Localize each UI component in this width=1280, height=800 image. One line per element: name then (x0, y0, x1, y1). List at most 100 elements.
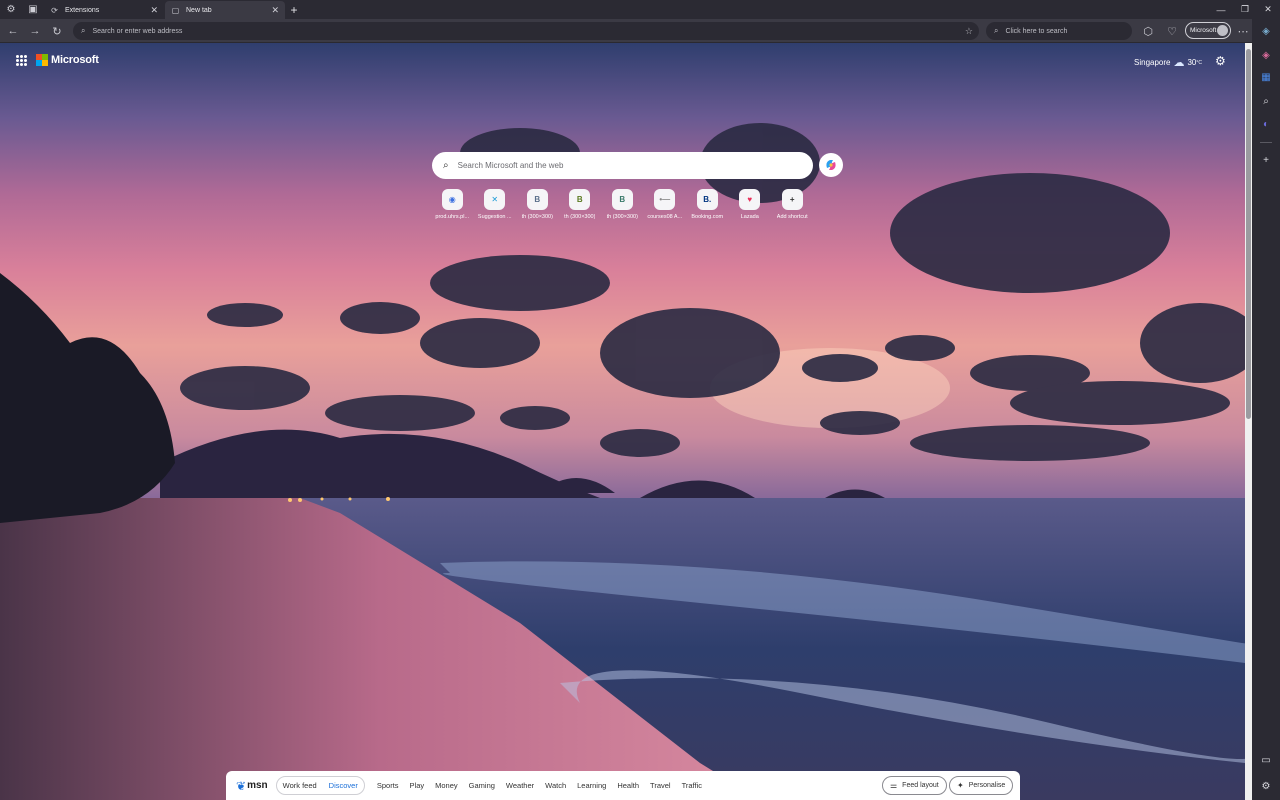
web-search-placeholder: Search Microsoft and the web (457, 161, 564, 170)
shortcut-tile[interactable]: + Add shortcut (771, 189, 814, 220)
personalise-label: Personalise (968, 782, 1006, 789)
new-tab-button[interactable]: + (286, 1, 302, 18)
add-sidebar-app-icon[interactable]: + (1258, 152, 1274, 168)
shortcut-label: th (300×300) (564, 214, 596, 220)
feed-category-sports[interactable]: Sports (377, 781, 399, 790)
close-tab-icon[interactable]: ✕ (150, 5, 158, 16)
feed-category-traffic[interactable]: Traffic (682, 781, 702, 790)
outlook-icon[interactable]: ▦ (1258, 69, 1274, 85)
shortcut-tile[interactable]: Bth (300×300) (601, 189, 644, 220)
more-menu-icon[interactable]: ⋯ (1234, 22, 1252, 40)
search-icon: ⌕ (994, 26, 999, 35)
profile-button[interactable]: Microsoft (1185, 22, 1231, 39)
shortcut-tile[interactable]: B. Booking.com (686, 189, 729, 220)
shortcut-icon: ✕ (484, 189, 506, 210)
msn-butterfly-icon: ❦ (236, 778, 247, 793)
address-bar[interactable]: ⌕ Search or enter web address ☆ (73, 22, 979, 40)
forward-icon[interactable]: → (26, 22, 44, 40)
feed-category-travel[interactable]: Travel (650, 781, 671, 790)
sidebar-settings-icon[interactable]: ⚙ (1258, 778, 1274, 794)
avatar (1217, 25, 1228, 36)
games-icon[interactable]: ◐ (1258, 116, 1274, 132)
workspaces-icon[interactable]: ⚙ (0, 0, 22, 19)
minimize-icon[interactable]: — (1210, 0, 1232, 19)
feed-layout-button[interactable]: ⚌ Feed layout (882, 776, 947, 795)
shortcut-label: prod.uhrs.pl... (435, 214, 470, 220)
shortcut-tile[interactable]: ◉ prod.uhrs.pl... (431, 189, 474, 220)
new-tab-page: Microsoft Singapore ☁ 30 °C ⚙ ⌕ Search M… (0, 43, 1245, 800)
app-launcher-icon[interactable] (16, 54, 27, 66)
tab-work-feed[interactable]: Work feed (277, 781, 323, 790)
shortcut-label: th (300×300) (521, 214, 553, 220)
feed-mode-toggle: Work feed Discover (275, 776, 365, 795)
sidebar-search-icon[interactable]: ⌕ (1258, 93, 1274, 109)
shortcut-tiles: ◉ prod.uhrs.pl... ✕ Suggestion ... Bth (300×… (431, 189, 814, 220)
sidebar-divider (1260, 142, 1272, 143)
shortcut-label: th (300×300) (606, 214, 638, 220)
web-search-input[interactable]: ⌕ Search Microsoft and the web (432, 152, 813, 179)
tab-label: Extensions (65, 6, 100, 14)
shortcut-icon: ◉ (441, 189, 463, 210)
weather-temp: 30 (1187, 58, 1197, 67)
address-placeholder: Search or enter web address (92, 27, 183, 35)
search-icon: ⌕ (81, 26, 86, 35)
shortcut-label: courses08 A... (647, 214, 683, 220)
shortcut-icon: B (611, 189, 633, 210)
shortcut-icon: B (526, 189, 548, 210)
msn-wordmark: msn (247, 780, 268, 791)
shortcut-tile[interactable]: Bth (300×300) (516, 189, 559, 220)
feed-category-money[interactable]: Money (435, 781, 458, 790)
personalise-button[interactable]: ✦ Personalise (949, 776, 1014, 795)
toolbar-search-box[interactable]: ⌕ Click here to search (986, 22, 1132, 40)
feed-category-play[interactable]: Play (410, 781, 425, 790)
shortcut-label: Suggestion ... (477, 214, 512, 220)
shortcut-icon: + (781, 189, 803, 210)
msn-brand[interactable]: ❦ msn (236, 779, 268, 793)
tab-extensions[interactable]: ⟳ Extensions ✕ (44, 1, 164, 19)
feed-categories: Sports Play Money Gaming Weather Watch Learnin… (377, 781, 713, 790)
weather-widget[interactable]: Singapore ☁ 30 °C (1134, 56, 1202, 69)
feed-category-weather[interactable]: Weather (506, 781, 534, 790)
tab-actions-icon[interactable]: ▣ (22, 0, 44, 19)
extensions-icon: ⟳ (51, 5, 58, 15)
shortcut-icon: ♥ (739, 189, 761, 210)
feed-category-gaming[interactable]: Gaming (469, 781, 495, 790)
shortcut-tile[interactable]: •— courses08 A... (644, 189, 687, 220)
profile-label: Microsoft (1190, 27, 1217, 34)
favorite-star-icon[interactable]: ☆ (965, 26, 973, 37)
toolbar: ← → ↻ ⌕ Search or enter web address ☆ ⌕ … (0, 19, 1280, 43)
microsoft-logo-icon (36, 54, 48, 66)
shortcut-tile[interactable]: ✕ Suggestion ... (474, 189, 517, 220)
copilot-button[interactable] (819, 153, 843, 177)
restore-icon[interactable]: ❐ (1234, 0, 1256, 19)
tab-label: New tab (186, 6, 212, 14)
feed-category-health[interactable]: Health (617, 781, 639, 790)
weather-city: Singapore (1134, 58, 1171, 67)
sparkle-icon: ✦ (957, 781, 964, 790)
copilot-sidebar-icon[interactable]: ◈ (1258, 23, 1274, 39)
page-scrollbar[interactable] (1245, 43, 1252, 800)
window-close-icon[interactable]: ✕ (1257, 0, 1279, 19)
extensions-puzzle-icon[interactable]: ⬡ (1139, 22, 1157, 40)
shortcut-tile[interactable]: Bth (300×300) (559, 189, 602, 220)
feed-category-learning[interactable]: Learning (577, 781, 606, 790)
tab-discover[interactable]: Discover (323, 781, 364, 790)
feed-category-watch[interactable]: Watch (545, 781, 566, 790)
shortcut-icon: B (569, 189, 591, 210)
microsoft-brand: Microsoft (16, 54, 99, 66)
hide-sidebar-icon[interactable]: ▭ (1258, 752, 1274, 768)
back-icon[interactable]: ← (4, 22, 22, 40)
page-settings-icon[interactable]: ⚙ (1215, 54, 1226, 68)
scrollbar-thumb[interactable] (1246, 49, 1251, 419)
close-tab-icon[interactable]: ✕ (271, 5, 279, 16)
tab-new-tab[interactable]: ▢ New tab ✕ (165, 1, 285, 19)
search-icon: ⌕ (443, 160, 449, 171)
toolbar-search-placeholder: Click here to search (1005, 27, 1068, 35)
browser-essentials-icon[interactable]: ♡ (1163, 22, 1181, 40)
microsoft-wordmark: Microsoft (51, 54, 99, 66)
shortcut-icon: •— (654, 189, 676, 210)
partly-cloudy-icon: ☁ (1173, 57, 1185, 69)
refresh-icon[interactable]: ↻ (48, 22, 66, 40)
shortcut-tile[interactable]: ♥ Lazada (729, 189, 772, 220)
copilot-pro-icon[interactable]: ◈ (1258, 47, 1274, 63)
